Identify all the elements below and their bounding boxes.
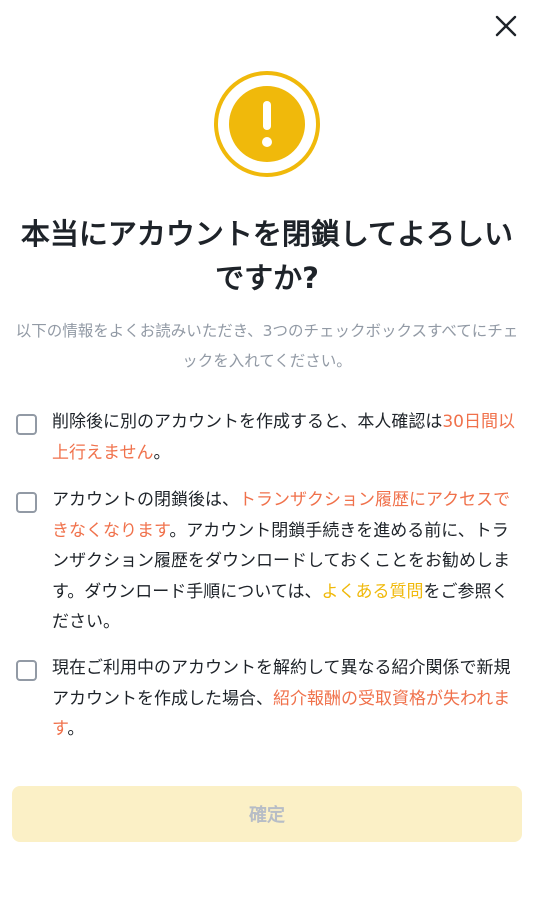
checkbox-identity[interactable] xyxy=(16,414,37,435)
check-text-referral: 現在ご利用中のアカウントを解約して異なる紹介関係で新規アカウントを作成した場合、… xyxy=(52,653,518,745)
confirm-button[interactable]: 確定 xyxy=(12,786,522,842)
dialog-title: 本当にアカウントを閉鎖してよろしいですか? xyxy=(20,217,514,295)
dialog-subtitle: 以下の情報をよくお読みいただき、3つのチェックボックスすべてにチェックを入れてく… xyxy=(15,322,519,370)
close-icon xyxy=(495,15,517,37)
check-text-part: 削除後に別のアカウントを作成すると、本人確認は xyxy=(52,412,443,432)
check-text-part: 。 xyxy=(67,719,85,739)
close-button[interactable] xyxy=(492,12,520,40)
checkbox-history[interactable] xyxy=(16,492,37,513)
faq-link[interactable]: よくある質問 xyxy=(321,582,423,602)
checkbox-referral[interactable] xyxy=(16,660,37,681)
check-text-part: 。 xyxy=(153,442,171,463)
check-text-part: アカウントの閉鎖後は、 xyxy=(52,490,239,510)
check-text-history: アカウントの閉鎖後は、トランザクション履歴にアクセスできなくなります。アカウント… xyxy=(52,485,518,638)
warning-icon-wrapper xyxy=(213,70,321,178)
exclamation-icon xyxy=(214,71,320,177)
check-text-identity: 削除後に別のアカウントを作成すると、本人確認は30日間以上行えません。 xyxy=(52,407,518,468)
